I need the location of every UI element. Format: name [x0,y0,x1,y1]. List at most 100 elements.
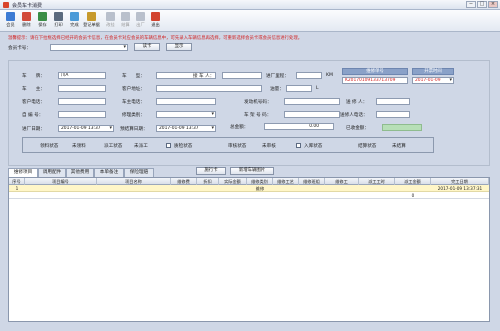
repair-type-select[interactable] [156,111,216,118]
engine-label: 发动机号码： [244,100,272,105]
title-bar: 会员车卡消费 − □ × [0,0,500,10]
save-icon [38,12,47,21]
transfer-icon [106,12,115,21]
print-icon [54,12,63,21]
qc-checkbox[interactable] [166,143,171,148]
toolbar-quit-button[interactable]: 退出 [148,11,163,31]
finish-date-label: 预结算日期： [120,127,148,132]
toolbar-print-button[interactable]: 打印 [51,11,66,31]
quit-icon [151,12,160,21]
col-seq[interactable]: 序号 [9,178,25,185]
settle-status-value: 未结算 [392,144,406,149]
toolbar-settle-button[interactable]: 结算 [118,11,133,31]
toolbar-save-button[interactable]: 保存 [35,11,50,31]
sender-input[interactable] [376,98,410,105]
vin-input[interactable] [284,111,340,118]
work-status-value: 未派工 [134,144,148,149]
tab-other-fees[interactable]: 其他费用 [66,168,94,177]
close-button[interactable]: × [488,1,498,8]
store-checkbox[interactable] [296,143,301,148]
toolbar-member-button[interactable]: 会员 [3,11,18,31]
owner-phone-input[interactable] [156,98,216,105]
toolbar-transfer-button[interactable]: 改挂 [103,11,118,31]
plate-input[interactable]: 川A [58,72,106,79]
open-time-header: 开票时间 [412,68,454,75]
total-label: 总金额： [230,125,249,130]
store-status-label: 入库状态 [304,144,323,149]
col-item-name[interactable]: 项目名称 [97,178,171,185]
tab-remarks[interactable]: 本单备注 [94,168,124,177]
col-fee[interactable]: 维修费 [171,178,197,185]
mileage-label: 进厂里程： [266,74,289,79]
contact-input[interactable] [222,72,262,79]
custno-input[interactable] [58,111,106,118]
toolbar-register-button[interactable]: 登记单据 [82,11,101,31]
tab-insurance[interactable]: 保险理赔 [124,168,154,177]
toolbar-finish-button[interactable]: 完成 [67,11,82,31]
tab-repair-items[interactable]: 维修项目 [8,168,38,177]
read-card-button[interactable]: 读卡 [134,43,160,51]
toolbar-exitfactory-button[interactable]: 出厂 [133,11,148,31]
audit-status-label: 审核状态 [228,144,247,149]
col-amount[interactable]: 实际金额 [219,178,247,185]
owner-phone-label: 车主电话： [122,100,145,105]
address-label: 客户地址： [122,87,145,92]
warning-text: 温馨提示：请在下拉框选择已经开的会员卡信息，在会员卡对应会员的车辆信息中，可先录… [8,36,303,41]
repair-type-label: 修理类别： [122,113,145,118]
entry-date-picker[interactable]: 2017-01-09 13:37 [58,125,114,132]
car-exit-icon [136,12,145,21]
hours-amount-total: 0 [411,193,415,198]
tab-parts[interactable]: 调用配件 [38,168,66,177]
address-input[interactable] [156,85,262,92]
delete-icon [22,12,31,21]
mileage-unit: KM [326,73,333,78]
col-finish-date[interactable]: 完工日期 [431,178,489,185]
fuel-input[interactable] [286,85,312,92]
minimize-button[interactable]: − [466,1,476,8]
work-order-button[interactable]: 施行卡 [196,167,226,175]
owner-input[interactable] [58,85,106,92]
entry-date-label: 进厂日期： [22,127,45,132]
pick-status-value: 未领料 [72,144,86,149]
col-team[interactable]: 维修班组 [299,178,325,185]
grid-header: 序号 项目编号 项目名称 维修费 折扣 实际金额 维修类别 维修工艺 维修班组 … [9,178,489,185]
contact-label: 接 车 人： [193,74,215,79]
qc-status-label: 质检状态 [174,144,193,149]
member-card-label: 会员卡号： [8,46,31,51]
show-button[interactable]: 显示 [166,43,192,51]
add-vehicle-image-button[interactable]: 新增车辆图片 [230,167,274,175]
col-discount[interactable]: 折扣 [197,178,219,185]
settle-icon [121,12,130,21]
engine-input[interactable] [284,98,340,105]
col-hours-amount[interactable]: 派工金额 [395,178,431,185]
settle-status-label: 结算状态 [358,144,377,149]
phone-input[interactable] [58,98,106,105]
audit-status-value: 未审核 [262,144,276,149]
member-card-select[interactable] [50,44,128,51]
open-time-value[interactable]: 2017-01-09 [412,77,454,84]
toolbar: 会员 删除 保存 打印 完成 登记单据 改挂 结算 出厂 退出 [0,10,500,32]
finish-icon [70,12,79,21]
order-number-header: 维修单号 [342,68,408,75]
maximize-button[interactable]: □ [477,1,487,8]
toolbar-delete-button[interactable]: 删除 [19,11,34,31]
fuel-label: 油量： [270,87,284,92]
sender-phone-input[interactable] [376,111,410,118]
mileage-input[interactable] [296,72,322,79]
pick-status-label: 领料状态 [40,144,59,149]
order-number-value: K20170109133713709 [342,77,408,84]
col-item-code[interactable]: 项目编号 [25,178,97,185]
paid-value-bar [382,124,422,131]
register-icon [87,12,96,21]
grid-summary-row: 0 [9,192,489,199]
col-hours[interactable]: 派工工时 [359,178,395,185]
plate-label: 车 牌： [22,74,45,79]
owner-label: 车 主： [22,87,45,92]
col-repair-type[interactable]: 维修类别 [247,178,273,185]
paid-label: 已收金额： [346,126,369,131]
col-worker[interactable]: 维修工 [325,178,359,185]
work-status-label: 派工状态 [104,144,123,149]
finish-date-picker[interactable]: 2017-01-09 13:37 [156,125,216,132]
col-process[interactable]: 维修工艺 [273,178,299,185]
table-row[interactable]: 1 维修 2017-01-09 13:37:31 [9,185,489,192]
